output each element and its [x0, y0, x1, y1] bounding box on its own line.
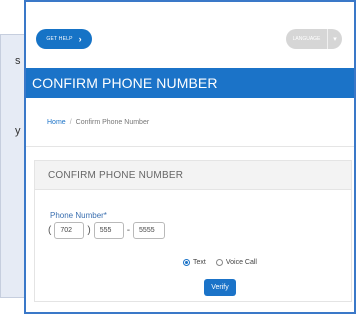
- screen-frame: GET HELP › LANGUAGE ▾ CONFIRM PHONE NUMB…: [24, 0, 356, 314]
- background-panel: s y: [0, 34, 26, 298]
- verify-label: Verify: [211, 284, 229, 291]
- breadcrumb-current: Confirm Phone Number: [75, 119, 150, 126]
- verify-button[interactable]: Verify: [204, 279, 236, 296]
- background-text-y: y: [15, 125, 21, 137]
- divider: [26, 146, 354, 147]
- language-button[interactable]: LANGUAGE ▾: [286, 29, 342, 49]
- caret-down-icon: ▾: [327, 29, 342, 49]
- text-option-label: Text: [193, 259, 206, 266]
- area-code-input[interactable]: 702: [54, 222, 85, 239]
- chevron-right-icon: ›: [78, 33, 82, 44]
- voice-call-option-label: Voice Call: [225, 259, 257, 266]
- breadcrumb-separator: /: [69, 119, 72, 126]
- phone-number-label: Phone Number*: [50, 211, 107, 220]
- top-bar: GET HELP › LANGUAGE ▾: [26, 2, 354, 68]
- language-label: LANGUAGE: [292, 36, 321, 42]
- delivery-method-options: Text Voice Call: [183, 259, 257, 266]
- card-heading: CONFIRM PHONE NUMBER: [35, 161, 351, 190]
- card-heading-text: CONFIRM PHONE NUMBER: [48, 169, 184, 181]
- line-number-input[interactable]: 5555: [133, 222, 166, 239]
- get-help-label: GET HELP: [46, 36, 73, 42]
- page-title: CONFIRM PHONE NUMBER: [32, 75, 218, 91]
- page-title-bar: CONFIRM PHONE NUMBER: [26, 68, 354, 98]
- breadcrumb-home-link[interactable]: Home: [47, 119, 66, 126]
- confirm-phone-card: CONFIRM PHONE NUMBER Phone Number* ( 702…: [34, 160, 352, 302]
- open-paren: (: [48, 225, 52, 236]
- phone-number-fields: ( 702 ) 555 - 5555: [48, 222, 166, 239]
- breadcrumb: Home / Confirm Phone Number: [47, 119, 149, 126]
- text-radio[interactable]: [183, 259, 190, 266]
- background-text-s: s: [15, 55, 21, 67]
- close-paren: ): [87, 225, 91, 236]
- prefix-input[interactable]: 555: [93, 222, 124, 239]
- get-help-button[interactable]: GET HELP ›: [36, 29, 92, 49]
- voice-call-radio[interactable]: [215, 259, 223, 266]
- dash: -: [126, 225, 131, 236]
